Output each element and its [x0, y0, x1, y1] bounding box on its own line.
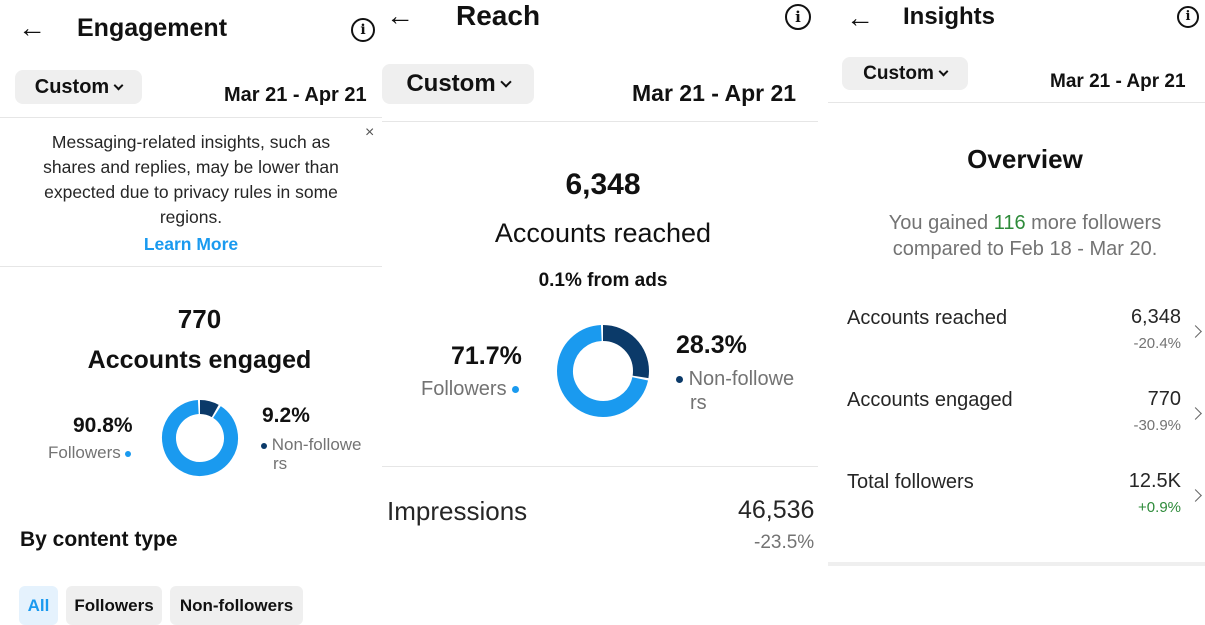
- impressions-label: Impressions: [387, 496, 528, 526]
- metric-change: -30.9%: [1133, 417, 1181, 434]
- followers-legend-label: Followers: [48, 443, 121, 462]
- page-title: Reach: [456, 0, 541, 31]
- date-range: Mar 21 - Apr 21: [224, 84, 367, 106]
- gained-suffix: more followers: [1025, 212, 1162, 234]
- date-filter-dropdown[interactable]: Custom: [382, 64, 534, 104]
- gained-value: 116: [993, 212, 1026, 234]
- divider: [382, 121, 818, 122]
- engagement-donut-chart: [162, 400, 238, 476]
- insights-panel: ← Insights i Custom Mar 21 - Apr 21 Over…: [828, 0, 1205, 595]
- chevron-right-icon: [1189, 407, 1202, 420]
- accounts-reached-value: 6,348: [565, 168, 641, 201]
- page-title: Insights: [903, 3, 996, 30]
- impressions-value: 46,536: [738, 496, 815, 524]
- chevron-down-icon: [500, 76, 512, 88]
- metric-value: 12.5K: [1128, 470, 1181, 492]
- date-filter-label: Custom: [34, 76, 110, 98]
- engagement-panel: ← Engagement i Custom Mar 21 - Apr 21 Me…: [0, 0, 382, 625]
- notice-line: Messaging-related insights, such as: [51, 132, 331, 152]
- metric-value: 770: [1147, 388, 1181, 410]
- ads-percent: 0.1% from ads: [538, 270, 668, 291]
- back-arrow-icon[interactable]: ←: [18, 14, 46, 42]
- chip-all[interactable]: All: [19, 586, 58, 625]
- date-range: Mar 21 - Apr 21: [1050, 71, 1186, 91]
- chip-followers[interactable]: Followers: [66, 586, 162, 625]
- chip-nonfollowers[interactable]: Non-followers: [170, 586, 303, 625]
- metric-label: Total followers: [847, 471, 974, 493]
- divider: [828, 102, 1205, 103]
- section-title: By content type: [20, 528, 178, 551]
- reach-donut-chart: [557, 325, 649, 417]
- date-filter-dropdown[interactable]: Custom: [842, 57, 968, 90]
- metric-label: Accounts engaged: [847, 389, 1013, 411]
- divider: [0, 117, 382, 118]
- impressions-change: -23.5%: [754, 532, 815, 553]
- chevron-right-icon: [1189, 325, 1202, 338]
- privacy-notice: Messaging-related insights, such as shar…: [0, 130, 382, 257]
- page-title: Engagement: [77, 14, 228, 42]
- notice-line: expected due to privacy rules in some: [44, 182, 338, 202]
- metric-row-total-followers[interactable]: Total followers 12.5K +0.9%: [828, 459, 1205, 529]
- nonfollowers-legend: Non-followe rs: [261, 435, 362, 473]
- metric-change: -20.4%: [1133, 335, 1181, 352]
- date-range: Mar 21 - Apr 21: [632, 80, 797, 106]
- metric-label: Accounts reached: [847, 307, 1008, 329]
- accounts-engaged-value: 770: [177, 304, 222, 334]
- date-filter-label: Custom: [863, 63, 934, 84]
- followers-dot: [125, 450, 132, 457]
- learn-more-link[interactable]: Learn More: [0, 232, 382, 257]
- metric-row-accounts-reached[interactable]: Accounts reached 6,348 -20.4%: [828, 295, 1205, 365]
- chevron-down-icon: [938, 66, 949, 77]
- back-arrow-icon[interactable]: ←: [846, 4, 874, 32]
- followers-percent: 71.7%: [451, 342, 522, 370]
- nonfollowers-legend-label-wrap: rs: [690, 392, 707, 414]
- nonfollowers-legend: Non-followe rs: [676, 367, 794, 415]
- followers-legend-label: Followers: [421, 378, 507, 400]
- nonfollowers-dot: [261, 442, 267, 449]
- divider: [382, 466, 818, 467]
- accounts-reached-label: Accounts reached: [494, 218, 712, 248]
- date-filter-dropdown[interactable]: Custom: [15, 70, 142, 104]
- followers-legend: Followers: [48, 443, 132, 463]
- followers-legend: Followers: [421, 378, 520, 401]
- metric-row-accounts-engaged[interactable]: Accounts engaged 770 -30.9%: [828, 377, 1205, 447]
- chevron-down-icon: [113, 80, 124, 91]
- divider: [0, 266, 382, 267]
- followers-gained-summary: You gained 116 more followers compared t…: [828, 210, 1205, 262]
- close-icon[interactable]: ×: [365, 124, 374, 142]
- gained-prefix: You gained: [888, 212, 994, 234]
- metric-value: 6,348: [1130, 306, 1181, 328]
- reach-panel: ← Reach i Custom Mar 21 - Apr 21 6,348 A…: [382, 0, 818, 595]
- info-icon[interactable]: i: [351, 18, 375, 42]
- date-filter-label: Custom: [406, 70, 496, 97]
- info-icon[interactable]: i: [1177, 6, 1199, 28]
- nonfollowers-percent: 9.2%: [262, 404, 310, 427]
- info-icon[interactable]: i: [785, 4, 811, 30]
- nonfollowers-legend-label: Non-followe: [271, 435, 362, 454]
- nonfollowers-legend-label-wrap: rs: [273, 454, 288, 473]
- nonfollowers-legend-label: Non-followe: [688, 368, 795, 390]
- overview-title: Overview: [967, 144, 1083, 174]
- notice-line: shares and replies, may be lower than: [43, 157, 339, 177]
- nonfollowers-percent: 28.3%: [676, 331, 747, 359]
- chevron-right-icon: [1189, 489, 1202, 502]
- divider: [828, 562, 1205, 566]
- followers-dot: [512, 386, 520, 394]
- followers-percent: 90.8%: [73, 414, 133, 437]
- nonfollowers-dot: [676, 376, 683, 384]
- accounts-engaged-label: Accounts engaged: [87, 346, 312, 374]
- gained-comparison: compared to Feb 18 - Mar 20.: [892, 238, 1158, 260]
- notice-line: regions.: [159, 207, 223, 227]
- back-arrow-icon[interactable]: ←: [386, 2, 414, 30]
- metric-change: +0.9%: [1138, 499, 1181, 516]
